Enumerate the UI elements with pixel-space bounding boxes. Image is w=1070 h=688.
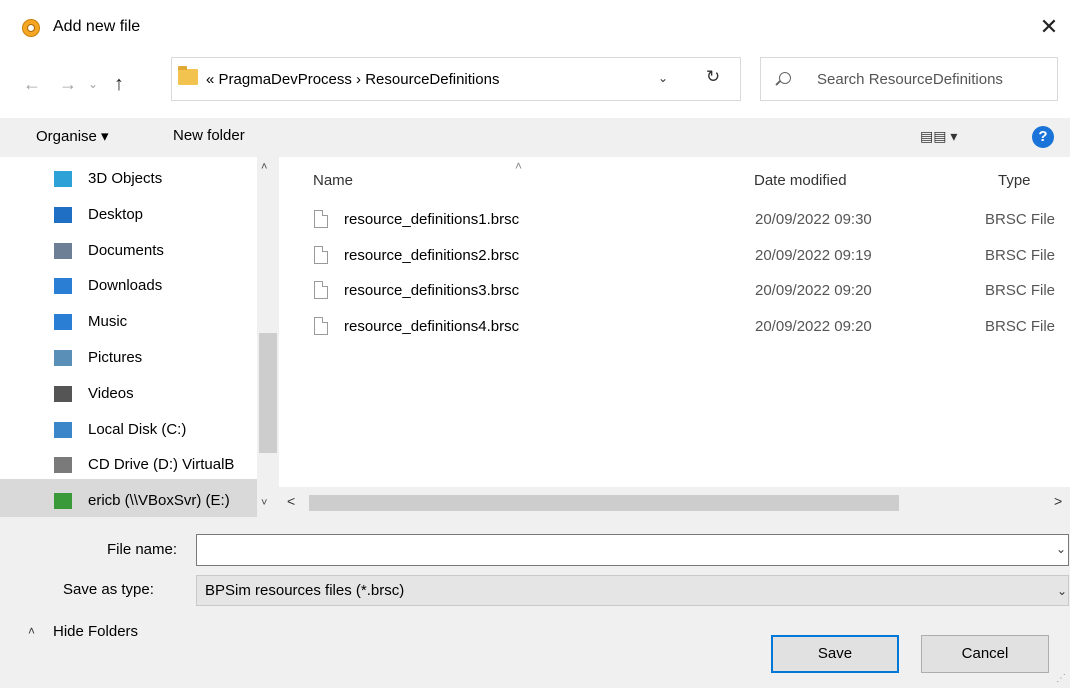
sidebar-item[interactable]: ericb (\\VBoxSvr) (E:) <box>54 483 259 519</box>
file-name: resource_definitions1.brsc <box>344 211 520 228</box>
hide-folders-label: Hide Folders <box>53 623 139 640</box>
new-folder-button[interactable]: New folder <box>173 127 245 144</box>
close-button[interactable]: ✕ <box>1032 12 1066 42</box>
file-row[interactable]: resource_definitions4.brsc 20/09/2022 09:… <box>314 312 1070 348</box>
horizontal-scroll-thumb[interactable] <box>309 495 899 511</box>
3d-objects-icon <box>54 171 72 187</box>
save-as-type-value: BPSim resources files (*.brsc) <box>205 582 405 599</box>
cd-drive-icon <box>54 457 72 474</box>
navigation-scrollbar[interactable]: ˄ ˅ <box>257 157 279 517</box>
address-dropdown-button[interactable]: ⌄ <box>658 71 678 85</box>
file-icon <box>314 316 328 335</box>
refresh-button[interactable]: ↻ <box>701 67 725 87</box>
file-name: resource_definitions4.brsc <box>344 317 520 335</box>
chevron-up-icon: ˄ <box>28 624 36 638</box>
file-name: resource_definitions2.brsc <box>344 246 520 264</box>
folder-icon <box>178 66 198 85</box>
sidebar-item[interactable]: Videos <box>54 376 259 412</box>
file-date: 20/09/2022 09:19 <box>755 246 872 264</box>
music-icon <box>54 314 72 331</box>
file-date: 20/09/2022 09:30 <box>755 211 872 228</box>
file-row[interactable]: resource_definitions2.brsc 20/09/2022 09:… <box>314 241 1070 277</box>
file-name-dropdown-button[interactable]: ⌄ <box>1056 542 1066 556</box>
file-row[interactable]: resource_definitions3.brsc 20/09/2022 09:… <box>314 276 1070 312</box>
file-row[interactable]: resource_definitions1.brsc 20/09/2022 09:… <box>314 205 1070 241</box>
toolbar: Organise ▾ New folder ▤▤ ▾ ? <box>0 118 1070 158</box>
window-title: Add new file <box>53 18 141 35</box>
sidebar-item[interactable]: Desktop <box>54 197 259 233</box>
scroll-thumb[interactable] <box>259 333 277 453</box>
file-date: 20/09/2022 09:20 <box>755 282 872 299</box>
file-type: BRSC File <box>985 317 1056 335</box>
sidebar-item[interactable]: CD Drive (D:) VirtualB <box>54 447 259 483</box>
column-header-date-modified[interactable]: Date modified <box>754 172 847 189</box>
sidebar-item[interactable]: Pictures <box>54 340 259 376</box>
save-options-panel: File name: ⌄ Save as type: BPSim resourc… <box>0 517 1070 688</box>
sidebar-item[interactable]: Documents <box>54 233 259 269</box>
resize-grip-icon[interactable]: ⋰ <box>1056 673 1066 684</box>
downloads-icon <box>54 278 72 295</box>
file-name: resource_definitions3.brsc <box>344 282 520 299</box>
title-bar: Add new file ✕ <box>0 0 1070 56</box>
desktop-icon <box>54 206 72 223</box>
save-button[interactable]: Save <box>771 635 899 673</box>
breadcrumb[interactable]: « PragmaDevProcess › ResourceDefinitions <box>206 71 499 88</box>
sidebar-item-label: CD Drive (D:) VirtualB <box>88 456 235 474</box>
local-disk-icon <box>54 421 72 438</box>
navigation-pane: 3D Objects Desktop Documents Downloads Music… <box>0 157 279 517</box>
sidebar-item[interactable]: 3D Objects <box>54 161 259 197</box>
file-type: BRSC File <box>985 246 1056 264</box>
search-input[interactable]: Search ResourceDefinitions <box>760 57 1058 101</box>
scroll-right-button[interactable]: > <box>1054 493 1062 509</box>
horizontal-scrollbar[interactable]: < > <box>279 487 1070 517</box>
back-button[interactable]: ← <box>20 72 44 96</box>
sidebar-item-label: ericb (\\VBoxSvr) (E:) <box>88 492 230 510</box>
forward-button[interactable]: → <box>56 72 80 96</box>
column-header-type[interactable]: Type <box>998 172 1031 189</box>
sidebar-item-label: Downloads <box>88 277 163 295</box>
save-as-type-label: Save as type: <box>63 581 154 598</box>
file-name-label: File name: <box>107 541 178 558</box>
file-date: 20/09/2022 09:20 <box>755 317 872 335</box>
sidebar-item[interactable]: Local Disk (C:) <box>54 412 259 448</box>
sidebar-item-label: Pictures <box>88 349 143 366</box>
network-drive-icon <box>54 493 72 510</box>
file-icon <box>314 245 328 264</box>
search-icon <box>779 72 791 84</box>
file-list: ˄ Name Date modified Type resource_defin… <box>279 157 1070 487</box>
save-as-type-select[interactable]: BPSim resources files (*.brsc) ⌄ <box>196 575 1069 606</box>
search-placeholder: Search ResourceDefinitions <box>817 71 1003 88</box>
help-button[interactable]: ? <box>1032 126 1054 148</box>
sidebar-item-label: Desktop <box>88 205 144 223</box>
scroll-left-button[interactable]: < <box>287 493 295 509</box>
chevron-down-icon[interactable]: ⌄ <box>1057 584 1067 598</box>
app-logo-icon <box>22 19 40 37</box>
column-header-name[interactable]: Name <box>313 172 353 189</box>
view-options-button[interactable]: ▤▤ ▾ <box>920 128 968 145</box>
file-name-input[interactable] <box>196 534 1069 566</box>
scroll-down-button[interactable]: ˅ <box>261 497 267 509</box>
sidebar-item-label: Local Disk (C:) <box>88 420 187 438</box>
videos-icon <box>54 385 72 402</box>
address-bar[interactable]: « PragmaDevProcess › ResourceDefinitions… <box>171 57 741 101</box>
sidebar-item-label: Documents <box>88 241 164 259</box>
pictures-icon <box>54 350 72 366</box>
scroll-up-button[interactable]: ˄ <box>261 161 267 173</box>
organise-button[interactable]: Organise ▾ <box>36 127 109 145</box>
cancel-button[interactable]: Cancel <box>921 635 1049 673</box>
recent-locations-dropdown[interactable]: ⌄ <box>85 72 101 96</box>
file-type: BRSC File <box>985 282 1056 299</box>
file-icon <box>314 281 328 299</box>
sort-ascending-icon: ˄ <box>515 159 523 173</box>
sidebar-item-label: 3D Objects <box>88 170 163 187</box>
sidebar-item-label: Videos <box>88 384 134 402</box>
sidebar-item[interactable]: Downloads <box>54 268 259 304</box>
up-button[interactable]: ↑ <box>107 72 131 96</box>
sidebar-item[interactable]: Music <box>54 304 259 340</box>
documents-icon <box>54 242 72 259</box>
sidebar-item-label: Music <box>88 313 128 331</box>
file-type: BRSC File <box>985 211 1056 228</box>
file-icon <box>314 210 328 228</box>
